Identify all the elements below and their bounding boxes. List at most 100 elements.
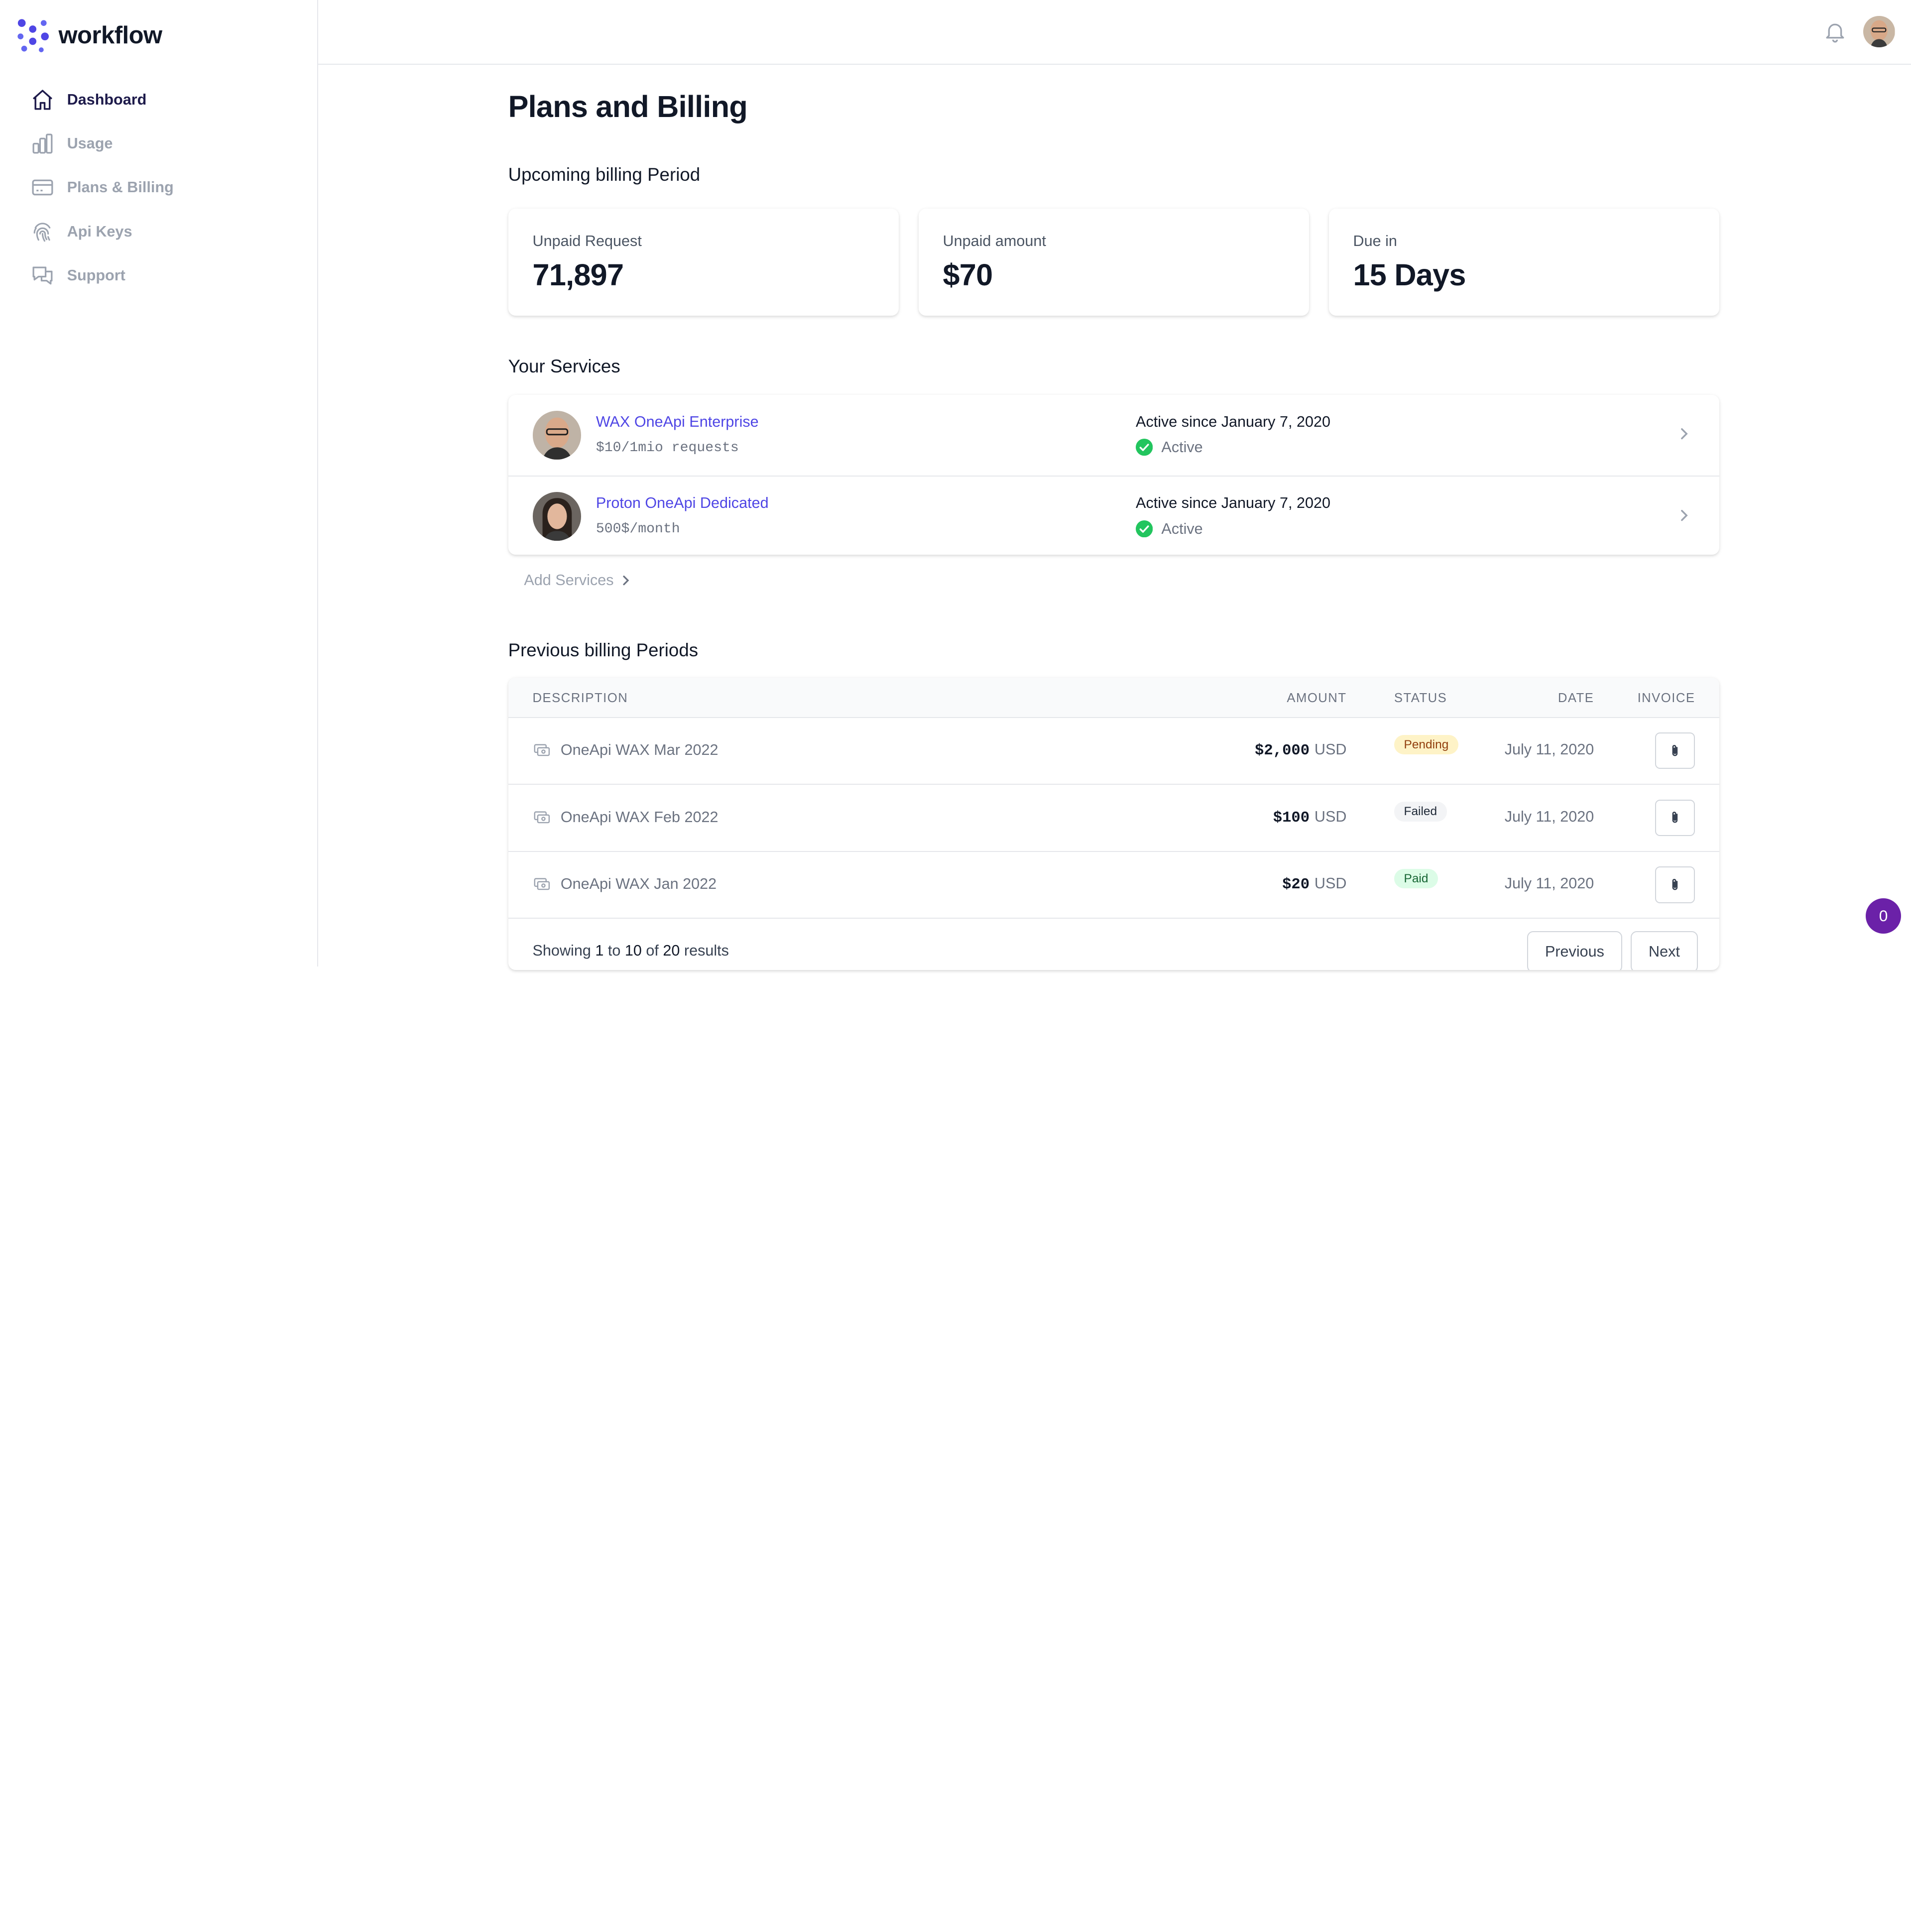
sidebar-item-label: Plans & Billing xyxy=(67,179,174,196)
stat-card-due-in: Due in 15 Days xyxy=(1328,208,1720,316)
bar-chart-icon xyxy=(29,130,56,157)
logo[interactable]: workflow xyxy=(14,17,162,53)
page-title: Plans and Billing xyxy=(508,89,748,123)
service-status: Active xyxy=(1136,520,1203,538)
invoice-button[interactable] xyxy=(1655,866,1695,903)
user-avatar-image xyxy=(1863,15,1895,48)
table-row: OneApi WAX Feb 2022 $100 USD Failed July … xyxy=(508,785,1720,852)
row-date: July 11, 2020 xyxy=(1504,875,1594,892)
app-root: workflow Dashboard Usage Plans & Billing xyxy=(0,0,1911,970)
sidebar-item-support[interactable]: Support xyxy=(29,253,297,297)
invoice-button[interactable] xyxy=(1655,799,1695,836)
sidebar-item-api-keys[interactable]: Api Keys xyxy=(29,210,297,253)
chat-bubbles-icon xyxy=(29,262,56,289)
sidebar-nav: Dashboard Usage Plans & Billing Api Keys xyxy=(29,78,297,298)
column-header-description: Description xyxy=(532,691,628,705)
table-row: OneApi WAX Mar 2022 $2,000 USD Pending Ju… xyxy=(508,718,1720,785)
invoice-button[interactable] xyxy=(1655,732,1695,769)
row-amount-value: $20 xyxy=(1282,876,1310,894)
results-to-word: to xyxy=(607,942,621,959)
row-amount: $100 USD xyxy=(1273,808,1347,827)
service-status: Active xyxy=(1136,439,1203,456)
services-section-title: Your Services xyxy=(508,356,620,376)
stat-card-unpaid-request: Unpaid Request 71,897 xyxy=(508,208,899,316)
row-description: OneApi WAX Feb 2022 xyxy=(533,808,718,827)
stat-label: Due in xyxy=(1353,233,1397,250)
service-avatar xyxy=(532,410,582,460)
banknotes-icon xyxy=(534,878,550,890)
column-header-invoice: Invoice xyxy=(1637,691,1695,705)
bell-icon[interactable] xyxy=(1823,19,1847,44)
table-row: OneApi WAX Jan 2022 $20 USD Paid July 11,… xyxy=(508,852,1720,919)
app-name: workflow xyxy=(58,21,162,49)
workflow-logo-icon xyxy=(17,19,49,53)
check-circle-icon xyxy=(1136,439,1153,456)
row-currency: USD xyxy=(1314,808,1347,825)
service-name[interactable]: WAX OneApi Enterprise xyxy=(596,413,759,431)
sidebar-item-label: Dashboard xyxy=(67,91,147,109)
billing-table: Description Amount Status Date Invoice O… xyxy=(508,677,1720,970)
upcoming-section-title: Upcoming billing Period xyxy=(508,164,701,185)
row-currency: USD xyxy=(1314,875,1347,892)
chat-widget-button[interactable]: 0 xyxy=(1866,898,1902,934)
sidebar-item-plans-billing[interactable]: Plans & Billing xyxy=(29,166,297,210)
row-amount: $2,000 USD xyxy=(1255,741,1346,759)
row-description-text: OneApi WAX Feb 2022 xyxy=(560,808,718,826)
row-amount-value: $2,000 xyxy=(1255,742,1310,760)
row-currency: USD xyxy=(1314,741,1347,758)
results-of-word: of xyxy=(646,942,659,959)
row-description-text: OneApi WAX Jan 2022 xyxy=(560,875,717,893)
service-row[interactable]: WAX OneApi Enterprise $10/1mio requests … xyxy=(508,395,1720,476)
stat-value: 15 Days xyxy=(1353,258,1466,292)
row-date: July 11, 2020 xyxy=(1504,741,1594,758)
stat-label: Unpaid Request xyxy=(532,233,642,250)
status-badge: Failed xyxy=(1394,802,1447,822)
table-footer: Showing 1 to 10 of 20 results Previous N… xyxy=(508,919,1720,970)
sidebar-item-label: Usage xyxy=(67,135,113,152)
service-active-since: Active since January 7, 2020 xyxy=(1136,494,1330,512)
status-badge: Paid xyxy=(1394,869,1438,889)
service-status-label: Active xyxy=(1161,520,1203,537)
sidebar-item-usage[interactable]: Usage xyxy=(29,122,297,166)
row-date: July 11, 2020 xyxy=(1504,808,1594,825)
sidebar-item-label: Api Keys xyxy=(67,223,132,240)
service-price: 500$/month xyxy=(596,521,680,537)
banknotes-icon xyxy=(534,744,550,756)
stat-value: $70 xyxy=(943,258,993,292)
row-description-text: OneApi WAX Mar 2022 xyxy=(560,741,718,758)
service-name[interactable]: Proton OneApi Dedicated xyxy=(596,494,769,512)
chevron-right-icon xyxy=(1681,509,1688,521)
paperclip-icon xyxy=(1672,812,1678,823)
chevron-right-icon xyxy=(623,575,629,586)
results-showing-word: Showing xyxy=(532,942,591,959)
service-avatar xyxy=(532,492,582,541)
row-description: OneApi WAX Mar 2022 xyxy=(533,741,718,759)
service-avatar-image xyxy=(532,492,582,541)
column-header-date: Date xyxy=(1557,691,1594,705)
table-header: Description Amount Status Date Invoice xyxy=(508,677,1720,718)
column-header-amount: Amount xyxy=(1287,691,1347,705)
check-circle-icon xyxy=(1136,520,1153,538)
column-header-status: Status xyxy=(1394,691,1447,705)
row-amount: $20 USD xyxy=(1282,875,1346,893)
stats-cards: Unpaid Request 71,897 Unpaid amount $70 … xyxy=(508,208,1720,316)
sidebar-item-label: Support xyxy=(67,266,125,284)
next-page-button[interactable]: Next xyxy=(1630,931,1698,970)
user-avatar[interactable] xyxy=(1863,15,1895,48)
add-services-label: Add Services xyxy=(524,571,614,589)
services-list: WAX OneApi Enterprise $10/1mio requests … xyxy=(508,394,1720,555)
home-icon xyxy=(29,87,56,114)
service-active-since: Active since January 7, 2020 xyxy=(1136,413,1330,430)
service-row[interactable]: Proton OneApi Dedicated 500$/month Activ… xyxy=(508,475,1720,555)
results-summary: Showing 1 to 10 of 20 results xyxy=(533,942,729,960)
stat-value: 71,897 xyxy=(532,258,624,292)
row-description: OneApi WAX Jan 2022 xyxy=(533,875,717,893)
add-services-link[interactable]: Add Services xyxy=(524,572,633,589)
status-badge: Pending xyxy=(1394,734,1458,754)
credit-card-icon xyxy=(29,174,56,201)
previous-page-button[interactable]: Previous xyxy=(1527,931,1623,970)
previous-section-title: Previous billing Periods xyxy=(508,639,699,660)
results-to: 10 xyxy=(624,942,642,959)
sidebar-item-dashboard[interactable]: Dashboard xyxy=(29,78,297,122)
chevron-right-icon xyxy=(1681,428,1688,440)
